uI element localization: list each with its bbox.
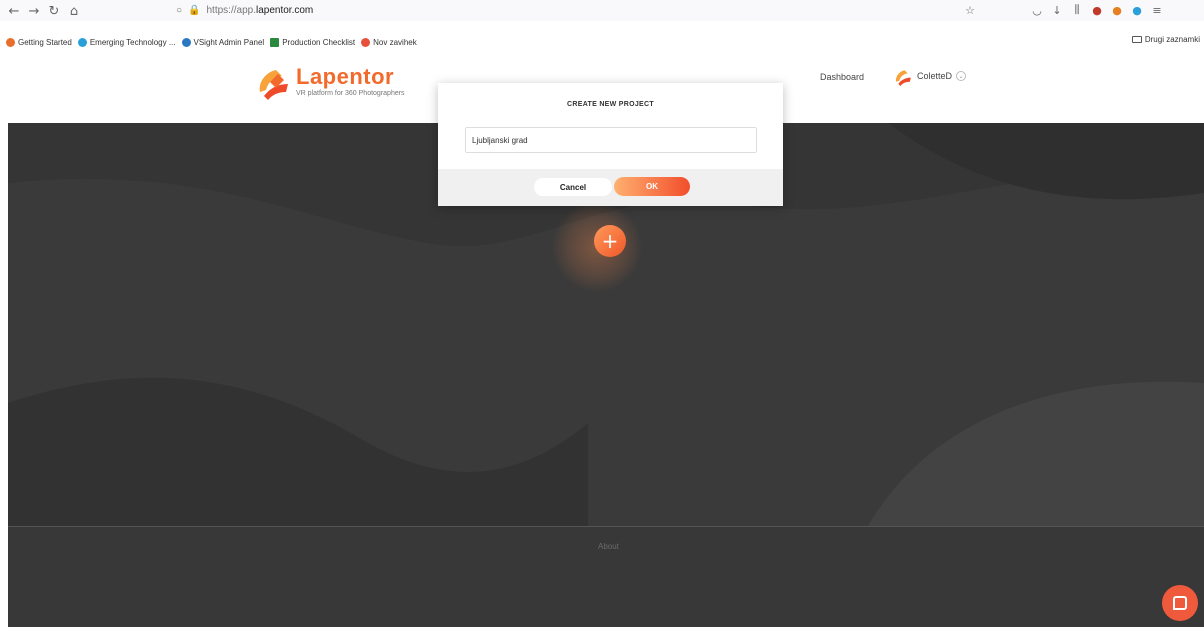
star-icon[interactable]: ☆ — [962, 2, 978, 18]
brand-name: Lapentor — [296, 63, 395, 89]
lapentor-logo-icon — [259, 70, 288, 100]
user-menu[interactable]: ColetteD ⌄ — [893, 66, 967, 86]
logo[interactable]: Lapentor VR platform for 360 Photographe… — [256, 62, 405, 100]
shield-icon: ○ — [176, 5, 183, 16]
create-project-modal: CREATE NEW PROJECT Cancel OK — [438, 83, 783, 206]
url-text: https://app.lapentor.com — [206, 5, 314, 16]
url-bar[interactable]: ○ 🔒 https://app.lapentor.com — [176, 2, 313, 19]
home-icon[interactable]: ⌂ — [66, 3, 82, 19]
reload-icon[interactable]: ↻ — [46, 3, 62, 19]
avatar — [895, 70, 911, 86]
chat-icon — [1173, 596, 1187, 610]
chat-widget-button[interactable] — [1162, 585, 1198, 621]
account-icon[interactable]: ● — [1129, 2, 1145, 18]
extension-icon[interactable]: ● — [1089, 2, 1105, 18]
about-link[interactable]: About — [598, 542, 619, 551]
back-icon[interactable]: ← — [6, 3, 22, 19]
bookmark-nov-zavihek[interactable]: Nov zavihek — [361, 37, 417, 47]
bookmark-vsight-admin[interactable]: VSight Admin Panel — [181, 37, 264, 47]
other-bookmarks[interactable]: Drugi zaznamki — [1131, 35, 1200, 44]
forward-icon[interactable]: → — [26, 3, 42, 19]
extension-icon-2[interactable]: ● — [1109, 2, 1125, 18]
lock-icon: 🔒 — [188, 5, 201, 16]
nav-dashboard[interactable]: Dashboard — [820, 72, 864, 82]
add-project-button[interactable]: + — [594, 225, 626, 257]
app-window: ← → ↻ ⌂ ○ 🔒 https://app.lapentor.com ☆ ◡… — [0, 0, 1204, 627]
bookmark-emerging-technology[interactable]: Emerging Technology ... — [77, 37, 176, 47]
gear-icon — [77, 37, 87, 47]
firefox-icon — [6, 37, 15, 47]
logo-text: Lapentor VR platform for 360 Photographe… — [296, 63, 405, 97]
bookmark-production-checklist[interactable]: Production Checklist — [270, 37, 355, 47]
browser-toolbar: ← → ↻ ⌂ ○ 🔒 https://app.lapentor.com ☆ ◡… — [0, 0, 1204, 21]
modal-title: CREATE NEW PROJECT — [567, 101, 654, 108]
pocket-icon[interactable]: ◡ — [1029, 2, 1045, 18]
download-icon[interactable]: ↓ — [1049, 2, 1065, 18]
bookmarks-bar: Getting Started Emerging Technology ... … — [0, 35, 1204, 49]
vsight-icon — [181, 37, 191, 47]
cancel-button[interactable]: Cancel — [534, 178, 612, 196]
bookmark-getting-started[interactable]: Getting Started — [6, 37, 72, 47]
menu-icon[interactable]: ≡ — [1149, 2, 1165, 18]
chart-icon — [270, 37, 280, 47]
brand-tagline: VR platform for 360 Photographers — [296, 89, 405, 97]
user-name: ColetteD — [917, 71, 953, 81]
chevron-down-icon[interactable]: ⌄ — [956, 71, 967, 81]
library-icon[interactable]: ⫼ — [1069, 2, 1085, 18]
ok-button[interactable]: OK — [614, 177, 690, 196]
folder-icon — [1131, 36, 1142, 43]
modal-footer: Cancel OK — [438, 169, 783, 206]
footer-divider — [8, 526, 1204, 527]
project-name-input[interactable] — [465, 127, 757, 153]
firefox-icon-2 — [361, 37, 371, 47]
